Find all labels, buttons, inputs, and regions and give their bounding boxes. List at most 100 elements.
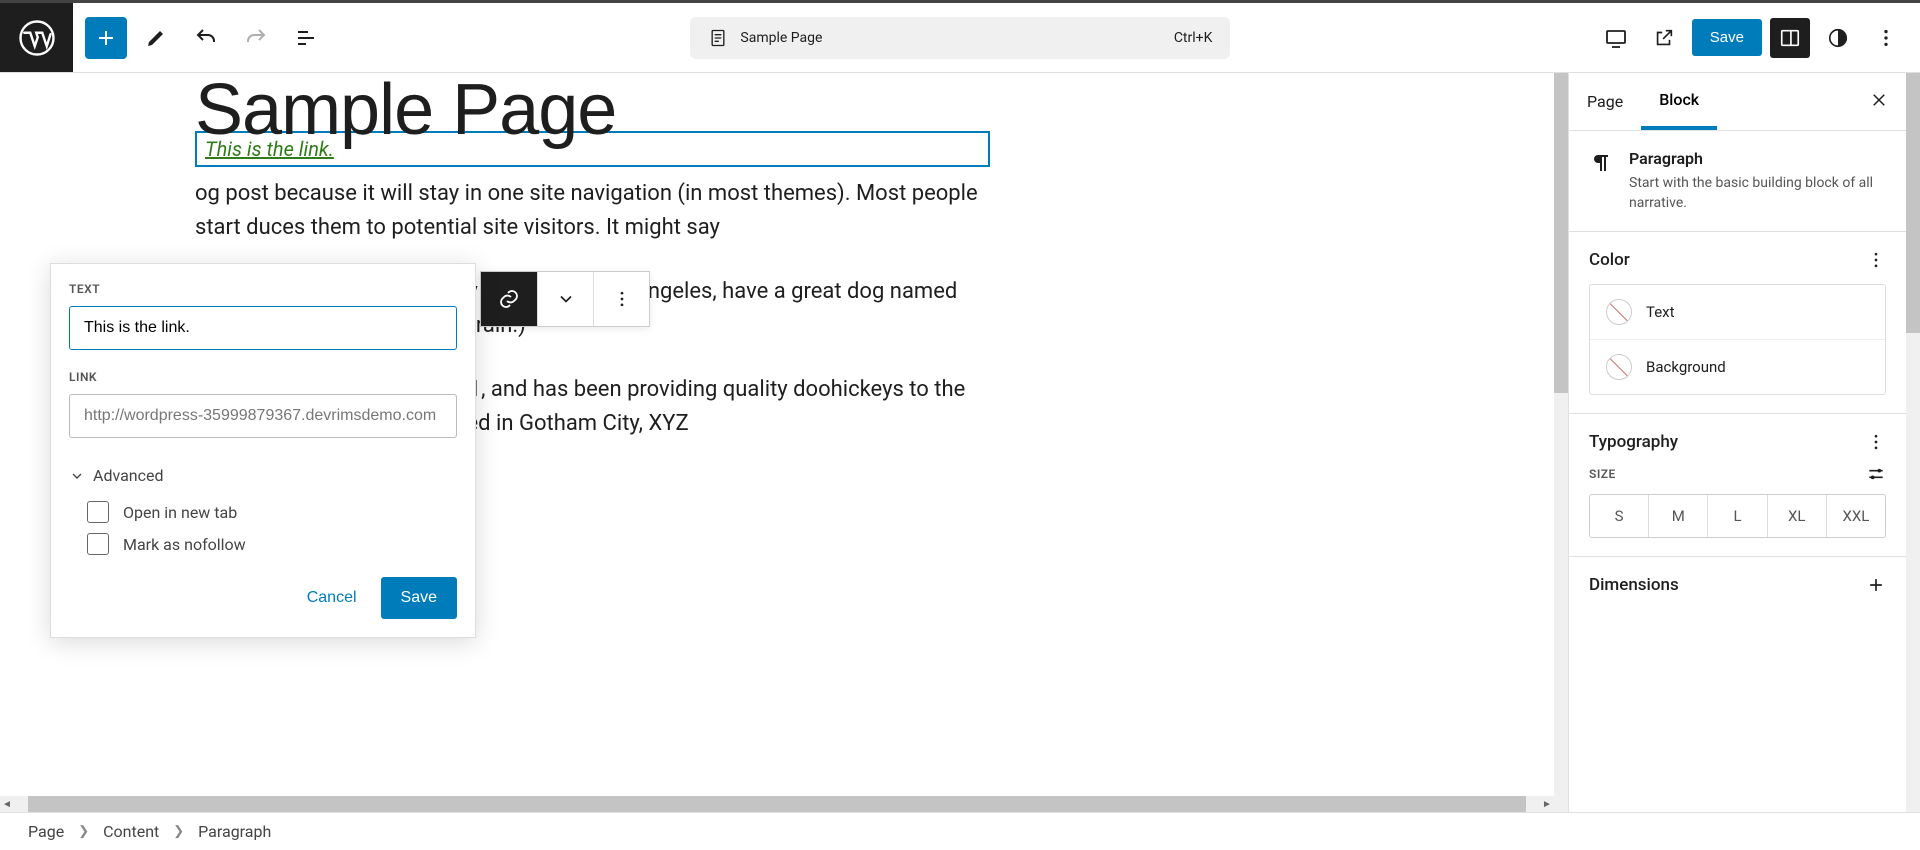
link-url-input[interactable] <box>69 394 457 438</box>
toolbar-center: Sample Page Ctrl+K <box>339 17 1582 59</box>
block-more-button[interactable] <box>593 272 649 326</box>
list-icon <box>294 26 318 50</box>
plus-icon <box>94 26 118 50</box>
scroll-right-arrow[interactable]: ► <box>1540 799 1554 810</box>
size-s[interactable]: S <box>1590 495 1648 537</box>
chevron-right-icon: ❯ <box>78 824 89 839</box>
popover-cancel-button[interactable]: Cancel <box>301 588 363 608</box>
document-overview-button[interactable] <box>285 17 327 59</box>
page-icon <box>708 28 728 48</box>
open-new-tab-checkbox[interactable]: Open in new tab <box>87 501 457 523</box>
settings-slider-icon[interactable] <box>1866 464 1886 484</box>
swatch-none-icon <box>1606 299 1632 325</box>
more-vertical-icon <box>612 289 632 309</box>
contrast-icon <box>1827 27 1849 49</box>
toolbar-right: Save <box>1582 18 1920 58</box>
text-field-label: TEXT <box>69 282 457 296</box>
link-text-input[interactable] <box>69 306 457 350</box>
crumb-paragraph[interactable]: Paragraph <box>198 822 271 841</box>
color-background-label: Background <box>1646 358 1726 376</box>
link-dropdown-button[interactable] <box>537 272 593 326</box>
block-toolbar <box>480 271 650 327</box>
doc-title: Sample Page <box>740 30 822 46</box>
page-title[interactable]: Sample Page <box>195 91 1000 131</box>
view-button[interactable] <box>1596 18 1636 58</box>
size-l[interactable]: L <box>1707 495 1766 537</box>
horizontal-scrollbar[interactable]: ◄ ► <box>0 796 1554 812</box>
dimensions-panel[interactable]: Dimensions <box>1569 557 1906 613</box>
inspector-scrollbar[interactable] <box>1906 73 1920 812</box>
checkbox-icon <box>87 533 109 555</box>
checkbox-icon <box>87 501 109 523</box>
wordpress-logo[interactable] <box>0 3 73 72</box>
nofollow-label: Mark as nofollow <box>123 535 246 554</box>
paragraph-1[interactable]: og post because it will stay in one site… <box>195 177 1000 245</box>
redo-icon <box>244 26 268 50</box>
desktop-icon <box>1604 26 1628 50</box>
inspector-sidebar: Page Block Paragraph Start with the basi… <box>1568 73 1920 812</box>
nofollow-checkbox[interactable]: Mark as nofollow <box>87 533 457 555</box>
plus-icon[interactable] <box>1866 575 1886 595</box>
open-external-button[interactable] <box>1644 18 1684 58</box>
inspector-scroll-thumb[interactable] <box>1906 73 1920 333</box>
inspector-tabs: Page Block <box>1569 73 1906 131</box>
save-button[interactable]: Save <box>1692 19 1762 56</box>
add-block-button[interactable] <box>85 17 127 59</box>
close-inspector-button[interactable] <box>1852 90 1906 114</box>
paragraph-icon <box>1589 151 1613 175</box>
chevron-right-icon: ❯ <box>173 824 184 839</box>
more-vertical-icon[interactable] <box>1866 250 1886 270</box>
scroll-left-arrow[interactable]: ◄ <box>0 799 14 810</box>
link-field-label: LINK <box>69 370 457 384</box>
undo-button[interactable] <box>185 17 227 59</box>
block-name: Paragraph <box>1629 149 1886 168</box>
size-label: SIZE <box>1589 467 1616 481</box>
tab-block[interactable]: Block <box>1641 73 1717 130</box>
sidebar-toggle-button[interactable] <box>1770 18 1810 58</box>
typography-panel: Typography SIZE S M L XL XXL <box>1569 414 1906 557</box>
shortcut-label: Ctrl+K <box>1174 30 1213 46</box>
more-vertical-icon[interactable] <box>1866 432 1886 452</box>
more-vertical-icon <box>1875 27 1897 49</box>
toolbar-left <box>73 17 339 59</box>
color-panel: Color Text Background <box>1569 232 1906 414</box>
color-background-row[interactable]: Background <box>1590 339 1885 394</box>
workspace: Sample Page This is the link. og post be… <box>0 73 1920 812</box>
color-text-row[interactable]: Text <box>1590 285 1885 339</box>
link-icon <box>497 287 521 311</box>
editor-canvas-wrap: Sample Page This is the link. og post be… <box>0 73 1568 812</box>
pencil-icon <box>144 26 168 50</box>
close-icon <box>1870 91 1888 109</box>
external-link-icon <box>1653 27 1675 49</box>
edit-button[interactable] <box>135 17 177 59</box>
crumb-content[interactable]: Content <box>103 822 159 841</box>
link-tool-button[interactable] <box>481 272 537 326</box>
top-toolbar: Sample Page Ctrl+K Save <box>0 3 1920 73</box>
vertical-scroll-thumb[interactable] <box>1554 73 1568 393</box>
typography-panel-title: Typography <box>1589 432 1678 452</box>
chevron-down-icon <box>556 289 576 309</box>
color-text-label: Text <box>1646 303 1675 321</box>
tab-page[interactable]: Page <box>1569 73 1641 130</box>
block-info-panel: Paragraph Start with the basic building … <box>1569 131 1906 232</box>
vertical-scrollbar[interactable] <box>1554 73 1568 812</box>
styles-button[interactable] <box>1818 18 1858 58</box>
command-palette-button[interactable]: Sample Page Ctrl+K <box>690 17 1230 59</box>
open-new-tab-label: Open in new tab <box>123 503 237 522</box>
popover-save-button[interactable]: Save <box>381 577 457 619</box>
size-xxl[interactable]: XXL <box>1826 495 1885 537</box>
redo-button[interactable] <box>235 17 277 59</box>
undo-icon <box>194 26 218 50</box>
advanced-label: Advanced <box>93 466 164 485</box>
size-m[interactable]: M <box>1648 495 1707 537</box>
horizontal-scroll-thumb[interactable] <box>28 796 1526 812</box>
size-xl[interactable]: XL <box>1767 495 1826 537</box>
crumb-page[interactable]: Page <box>28 822 64 841</box>
chevron-down-icon <box>69 468 85 484</box>
advanced-toggle[interactable]: Advanced <box>69 466 457 485</box>
options-button[interactable] <box>1866 18 1906 58</box>
swatch-none-icon <box>1606 354 1632 380</box>
size-preset-group: S M L XL XXL <box>1589 494 1886 538</box>
block-desc: Start with the basic building block of a… <box>1629 174 1886 213</box>
link-popover: TEXT LINK Advanced Open in new tab Mark … <box>50 263 476 638</box>
